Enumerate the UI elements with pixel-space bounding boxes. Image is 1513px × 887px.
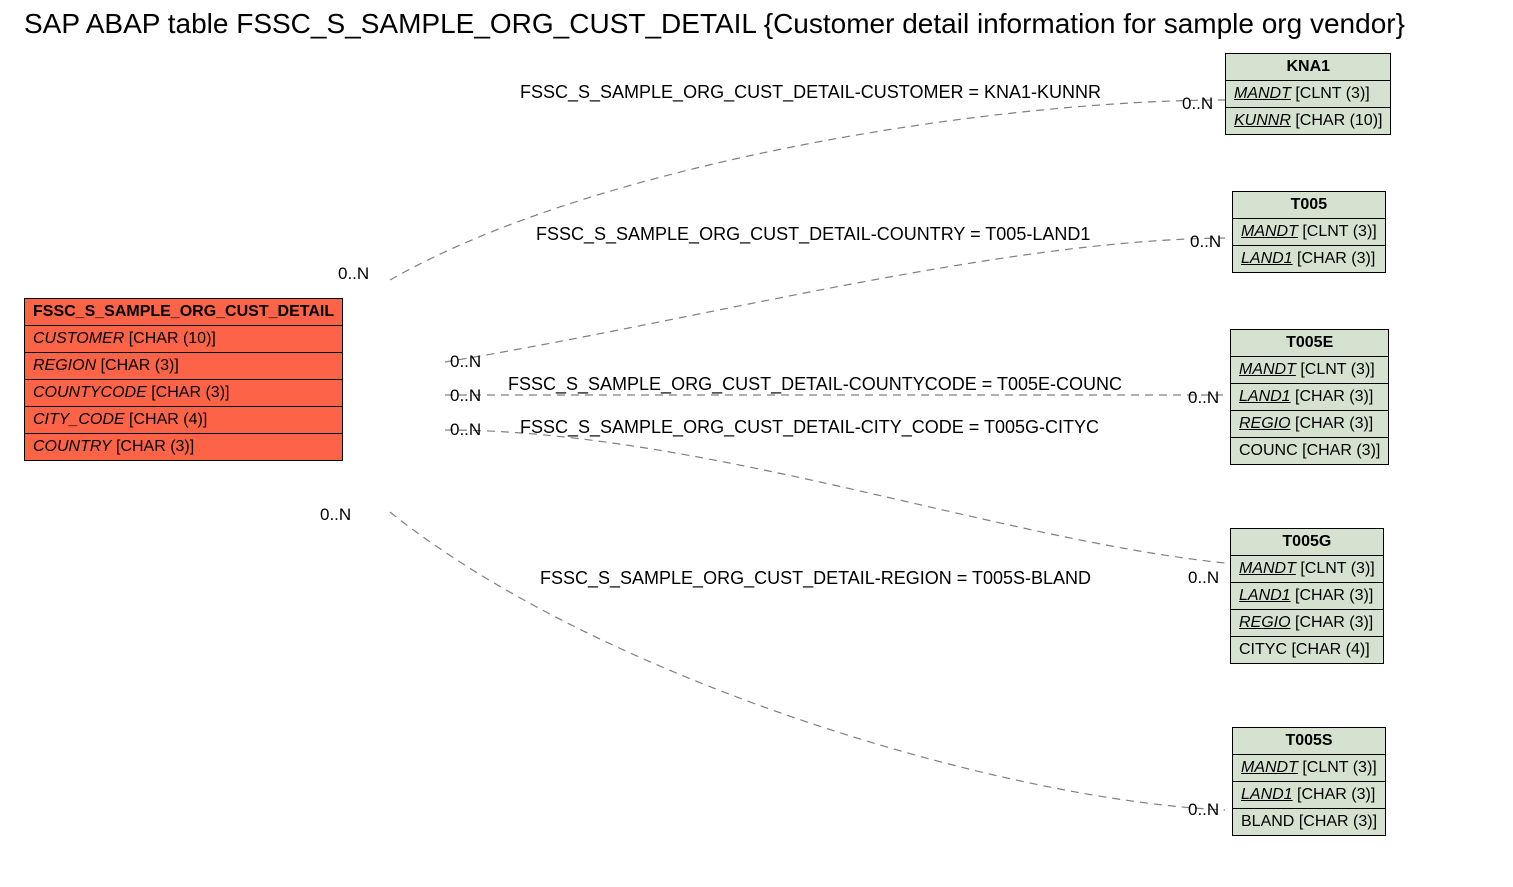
field-type: [CHAR (4)] xyxy=(1291,641,1369,658)
entity-t005-title: T005 xyxy=(1233,192,1386,219)
entity-t005s-field: BLAND [CHAR (3)] xyxy=(1233,809,1386,836)
field-type: [CHAR (3)] xyxy=(1295,614,1373,631)
field-type: [CHAR (10)] xyxy=(129,330,216,347)
cardinality-right-t005s: 0..N xyxy=(1188,800,1219,820)
rel-label-t005: FSSC_S_SAMPLE_ORG_CUST_DETAIL-COUNTRY = … xyxy=(536,224,1090,245)
field-type: [CHAR (3)] xyxy=(116,438,194,455)
entity-main: FSSC_S_SAMPLE_ORG_CUST_DETAIL CUSTOMER [… xyxy=(24,298,343,461)
entity-t005e-title: T005E xyxy=(1231,330,1389,357)
rel-line-t005 xyxy=(445,238,1225,362)
entity-t005g-field: CITYC [CHAR (4)] xyxy=(1231,637,1384,664)
field-type: [CHAR (4)] xyxy=(129,411,207,428)
field-name: LAND1 xyxy=(1239,388,1291,405)
entity-t005: T005 MANDT [CLNT (3)] LAND1 [CHAR (3)] xyxy=(1232,191,1386,273)
entity-t005e: T005E MANDT [CLNT (3)] LAND1 [CHAR (3)] … xyxy=(1230,329,1389,465)
field-name: REGIO xyxy=(1239,614,1291,631)
entity-kna1-field: KUNNR [CHAR (10)] xyxy=(1226,108,1391,135)
rel-label-t005g: FSSC_S_SAMPLE_ORG_CUST_DETAIL-CITY_CODE … xyxy=(520,417,1099,438)
rel-line-t005g xyxy=(445,430,1225,563)
entity-t005g-field: REGIO [CHAR (3)] xyxy=(1231,610,1384,637)
entity-t005e-field: COUNC [CHAR (3)] xyxy=(1231,438,1389,465)
field-type: [CHAR (10)] xyxy=(1295,112,1382,129)
field-type: [CLNT (3)] xyxy=(1300,560,1374,577)
field-type: [CLNT (3)] xyxy=(1300,361,1374,378)
entity-t005e-field: LAND1 [CHAR (3)] xyxy=(1231,384,1389,411)
field-type: [CHAR (3)] xyxy=(1302,442,1380,459)
rel-label-t005s: FSSC_S_SAMPLE_ORG_CUST_DETAIL-REGION = T… xyxy=(540,568,1091,589)
entity-t005g: T005G MANDT [CLNT (3)] LAND1 [CHAR (3)] … xyxy=(1230,528,1384,664)
entity-t005-field: LAND1 [CHAR (3)] xyxy=(1233,246,1386,273)
entity-t005-field: MANDT [CLNT (3)] xyxy=(1233,219,1386,246)
field-type: [CHAR (3)] xyxy=(1295,388,1373,405)
field-type: [CLNT (3)] xyxy=(1302,759,1376,776)
entity-main-field: CITY_CODE [CHAR (4)] xyxy=(25,407,343,434)
field-name: REGIO xyxy=(1239,415,1291,432)
field-name: REGION xyxy=(33,357,96,374)
field-name: COUNTYCODE xyxy=(33,384,147,401)
entity-kna1-title: KNA1 xyxy=(1226,54,1391,81)
entity-t005g-field: LAND1 [CHAR (3)] xyxy=(1231,583,1384,610)
entity-t005s: T005S MANDT [CLNT (3)] LAND1 [CHAR (3)] … xyxy=(1232,727,1386,836)
field-type: [CHAR (3)] xyxy=(1297,786,1375,803)
entity-t005s-title: T005S xyxy=(1233,728,1386,755)
entity-kna1: KNA1 MANDT [CLNT (3)] KUNNR [CHAR (10)] xyxy=(1225,53,1391,135)
field-type: [CHAR (3)] xyxy=(151,384,229,401)
field-name: KUNNR xyxy=(1234,112,1291,129)
cardinality-right-t005: 0..N xyxy=(1190,232,1221,252)
cardinality-right-kna1: 0..N xyxy=(1182,94,1213,114)
entity-main-title: FSSC_S_SAMPLE_ORG_CUST_DETAIL xyxy=(25,299,343,326)
field-name: MANDT xyxy=(1234,85,1291,102)
field-name: LAND1 xyxy=(1239,587,1291,604)
field-name: LAND1 xyxy=(1241,250,1293,267)
cardinality-left-top: 0..N xyxy=(338,264,369,284)
field-type: [CHAR (3)] xyxy=(101,357,179,374)
entity-kna1-field: MANDT [CLNT (3)] xyxy=(1226,81,1391,108)
cardinality-right-t005e: 0..N xyxy=(1188,388,1219,408)
rel-label-kna1: FSSC_S_SAMPLE_ORG_CUST_DETAIL-CUSTOMER =… xyxy=(520,82,1101,103)
entity-main-field: CUSTOMER [CHAR (10)] xyxy=(25,326,343,353)
entity-t005s-field: MANDT [CLNT (3)] xyxy=(1233,755,1386,782)
field-name: MANDT xyxy=(1241,223,1298,240)
field-name: COUNTRY xyxy=(33,438,112,455)
field-name: COUNC xyxy=(1239,442,1298,459)
cardinality-left-bottom: 0..N xyxy=(320,505,351,525)
field-name: CITY_CODE xyxy=(33,411,125,428)
rel-line-kna1 xyxy=(390,100,1225,280)
field-name: MANDT xyxy=(1239,560,1296,577)
cardinality-left-mid1: 0..N xyxy=(450,352,481,372)
cardinality-right-t005g: 0..N xyxy=(1188,568,1219,588)
rel-label-t005e: FSSC_S_SAMPLE_ORG_CUST_DETAIL-COUNTYCODE… xyxy=(508,374,1122,395)
field-type: [CHAR (3)] xyxy=(1295,415,1373,432)
field-name: BLAND xyxy=(1241,813,1294,830)
entity-main-field: COUNTRY [CHAR (3)] xyxy=(25,434,343,461)
rel-line-t005s xyxy=(390,512,1225,810)
field-name: MANDT xyxy=(1239,361,1296,378)
cardinality-left-mid2: 0..N xyxy=(450,386,481,406)
entity-t005e-field: REGIO [CHAR (3)] xyxy=(1231,411,1389,438)
field-name: CUSTOMER xyxy=(33,330,124,347)
entity-t005g-title: T005G xyxy=(1231,529,1384,556)
field-type: [CLNT (3)] xyxy=(1302,223,1376,240)
field-type: [CHAR (3)] xyxy=(1297,250,1375,267)
entity-t005s-field: LAND1 [CHAR (3)] xyxy=(1233,782,1386,809)
field-type: [CHAR (3)] xyxy=(1295,587,1373,604)
entity-main-field: COUNTYCODE [CHAR (3)] xyxy=(25,380,343,407)
field-name: CITYC xyxy=(1239,641,1287,658)
field-type: [CLNT (3)] xyxy=(1295,85,1369,102)
diagram-title: SAP ABAP table FSSC_S_SAMPLE_ORG_CUST_DE… xyxy=(24,8,1405,40)
entity-main-field: REGION [CHAR (3)] xyxy=(25,353,343,380)
field-name: MANDT xyxy=(1241,759,1298,776)
cardinality-left-mid3: 0..N xyxy=(450,420,481,440)
field-type: [CHAR (3)] xyxy=(1299,813,1377,830)
entity-t005e-field: MANDT [CLNT (3)] xyxy=(1231,357,1389,384)
field-name: LAND1 xyxy=(1241,786,1293,803)
entity-t005g-field: MANDT [CLNT (3)] xyxy=(1231,556,1384,583)
